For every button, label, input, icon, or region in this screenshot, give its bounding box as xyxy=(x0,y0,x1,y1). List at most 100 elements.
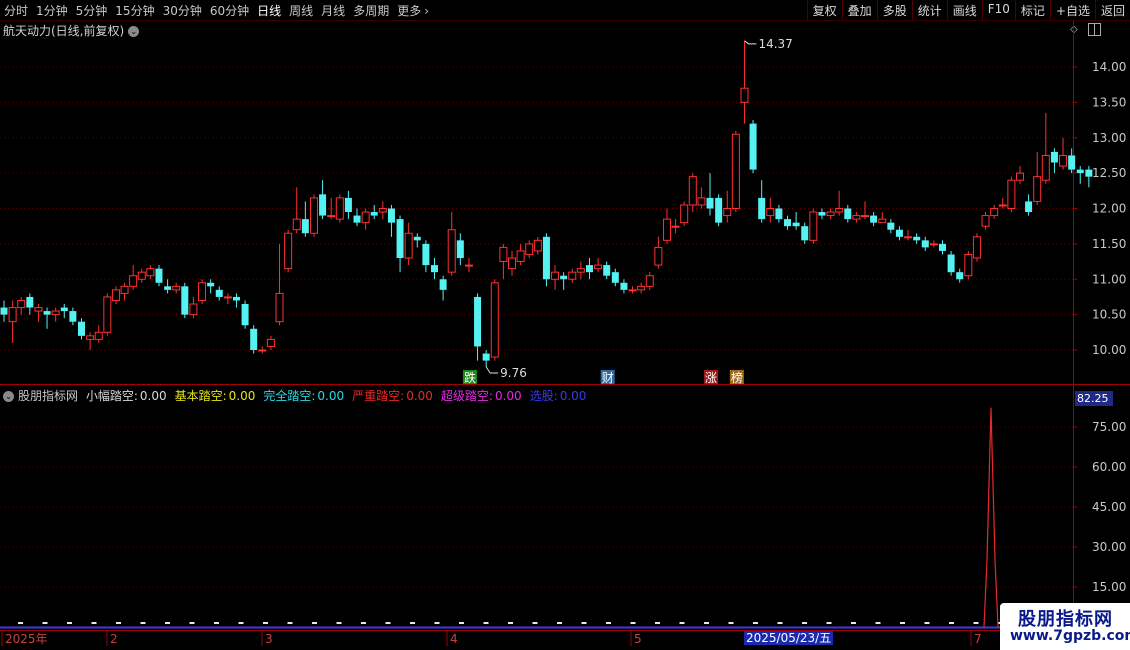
price-tick-label: 12.00 xyxy=(1092,202,1126,216)
price-tick-label: 10.50 xyxy=(1092,308,1126,322)
price-tick-label: 11.00 xyxy=(1092,272,1126,286)
candle-body-down xyxy=(887,222,895,230)
indicator-dot xyxy=(459,622,464,624)
indicator-tick-label: 60.00 xyxy=(1092,460,1126,474)
candle-body-down xyxy=(560,275,568,280)
price-tick-label: 10.00 xyxy=(1092,343,1126,357)
indicator-dot xyxy=(263,622,268,624)
date-label: 2 xyxy=(110,632,118,646)
candle-body-up xyxy=(637,285,646,291)
brand-watermark: 股朋指标网 www.7gpzb.com xyxy=(1000,603,1130,650)
indicator-dot xyxy=(312,622,317,624)
date-label: 5 xyxy=(634,632,642,646)
candle-body-down xyxy=(60,307,68,312)
price-tick-label: 13.50 xyxy=(1092,95,1126,109)
candle-body-down xyxy=(215,289,223,297)
candle-body-up xyxy=(568,271,577,280)
indicator-item-4: 超级踏空: 0.00 xyxy=(441,389,526,403)
candle-body-down xyxy=(818,212,826,216)
candle-body-up xyxy=(688,176,697,206)
chevron-down-icon[interactable]: ⌄ xyxy=(3,391,14,402)
indicator-label: 严重踏空: xyxy=(352,389,405,403)
indicator-dot xyxy=(483,622,489,624)
candle-body-down xyxy=(164,286,172,290)
candle-body-up xyxy=(1059,154,1068,167)
candle-body-down xyxy=(784,219,792,227)
candle-body-up xyxy=(723,208,732,217)
indicator-dot xyxy=(728,622,734,624)
indicator-item-2: 完全踏空: 0.00 xyxy=(263,389,348,403)
indicator-item-3: 严重踏空: 0.00 xyxy=(352,389,437,403)
signal-label: 涨 xyxy=(705,370,717,385)
indicator-label: 超级踏空: xyxy=(440,389,493,403)
high-pointer xyxy=(744,40,757,45)
candle-body-up xyxy=(861,215,869,218)
indicator-dot xyxy=(949,622,954,624)
candle-body-up xyxy=(1015,172,1024,181)
candle-body-down xyxy=(749,123,757,170)
candle-body-down xyxy=(250,328,258,350)
price-tick-label: 14.00 xyxy=(1092,60,1126,74)
date-label: 4 xyxy=(450,632,458,646)
indicator-label: 选股: xyxy=(529,389,558,403)
candle-body-down xyxy=(370,212,378,216)
candle-body-up xyxy=(275,292,284,323)
candle-body-down xyxy=(775,208,783,220)
signal-label: 榜 xyxy=(731,370,743,385)
indicator-dot xyxy=(630,622,636,624)
candle-body-up xyxy=(103,296,112,333)
candle-body-down xyxy=(1068,155,1076,170)
candle-body-up xyxy=(223,296,232,299)
indicator-dot xyxy=(606,622,611,624)
indicator-dot xyxy=(557,622,562,624)
candle-body-up xyxy=(533,239,542,252)
price-tick-label: 11.50 xyxy=(1092,237,1126,251)
candle-body-up xyxy=(990,208,999,217)
indicator-spike xyxy=(983,407,999,628)
signal-label: 跌 xyxy=(464,370,476,385)
candle-body-up xyxy=(998,204,1007,207)
indicator-dot xyxy=(165,622,170,624)
candle-body-down xyxy=(844,208,852,220)
indicator-dot xyxy=(900,622,905,624)
indicator-tick-label: 30.00 xyxy=(1092,540,1126,554)
candle-body-down xyxy=(0,307,8,315)
candle-body-up xyxy=(464,264,473,267)
indicator-label: 小幅踏空: xyxy=(85,389,138,403)
candle-body-up xyxy=(740,87,749,103)
indicator-dot xyxy=(434,622,440,624)
candle-body-up xyxy=(34,307,43,312)
date-label: 7 xyxy=(974,632,982,646)
candle-body-up xyxy=(507,257,516,270)
indicator-tick-label: 45.00 xyxy=(1092,500,1126,514)
candle-body-up xyxy=(499,246,508,263)
candle-body-up xyxy=(129,275,138,287)
candle-body-up xyxy=(878,218,887,224)
candle-body-down xyxy=(69,311,77,322)
price-tick-label: 12.50 xyxy=(1092,166,1126,180)
candle-body-up xyxy=(904,236,913,239)
candle-body-down xyxy=(77,321,85,336)
candle-body-down xyxy=(482,353,490,361)
indicator-dot xyxy=(238,622,244,624)
candle-body-up xyxy=(766,208,775,217)
candle-body-up xyxy=(120,285,129,294)
kline-chart[interactable]: 14.00 13.50 13.00 12.50 12.00 11.50 11.00 10.50… xyxy=(0,0,1130,650)
candle-body-up xyxy=(447,229,456,273)
candle-body-up xyxy=(327,215,336,218)
candle-body-down xyxy=(895,229,903,237)
candle-body-down xyxy=(344,197,352,213)
candle-body-down xyxy=(413,236,421,241)
candle-body-up xyxy=(551,271,560,280)
candle-body-down xyxy=(870,215,878,223)
date-label: 2025年 xyxy=(5,632,48,646)
candle-body-down xyxy=(43,311,51,315)
candle-body-down xyxy=(456,240,464,259)
candle-body-down xyxy=(792,222,800,227)
indicator-dot xyxy=(287,622,293,624)
candle-body-up xyxy=(198,282,207,301)
signal-label: 财 xyxy=(602,371,614,385)
candle-body-down xyxy=(938,243,946,251)
candle-body-up xyxy=(17,299,26,309)
candle-body-down xyxy=(431,265,438,273)
